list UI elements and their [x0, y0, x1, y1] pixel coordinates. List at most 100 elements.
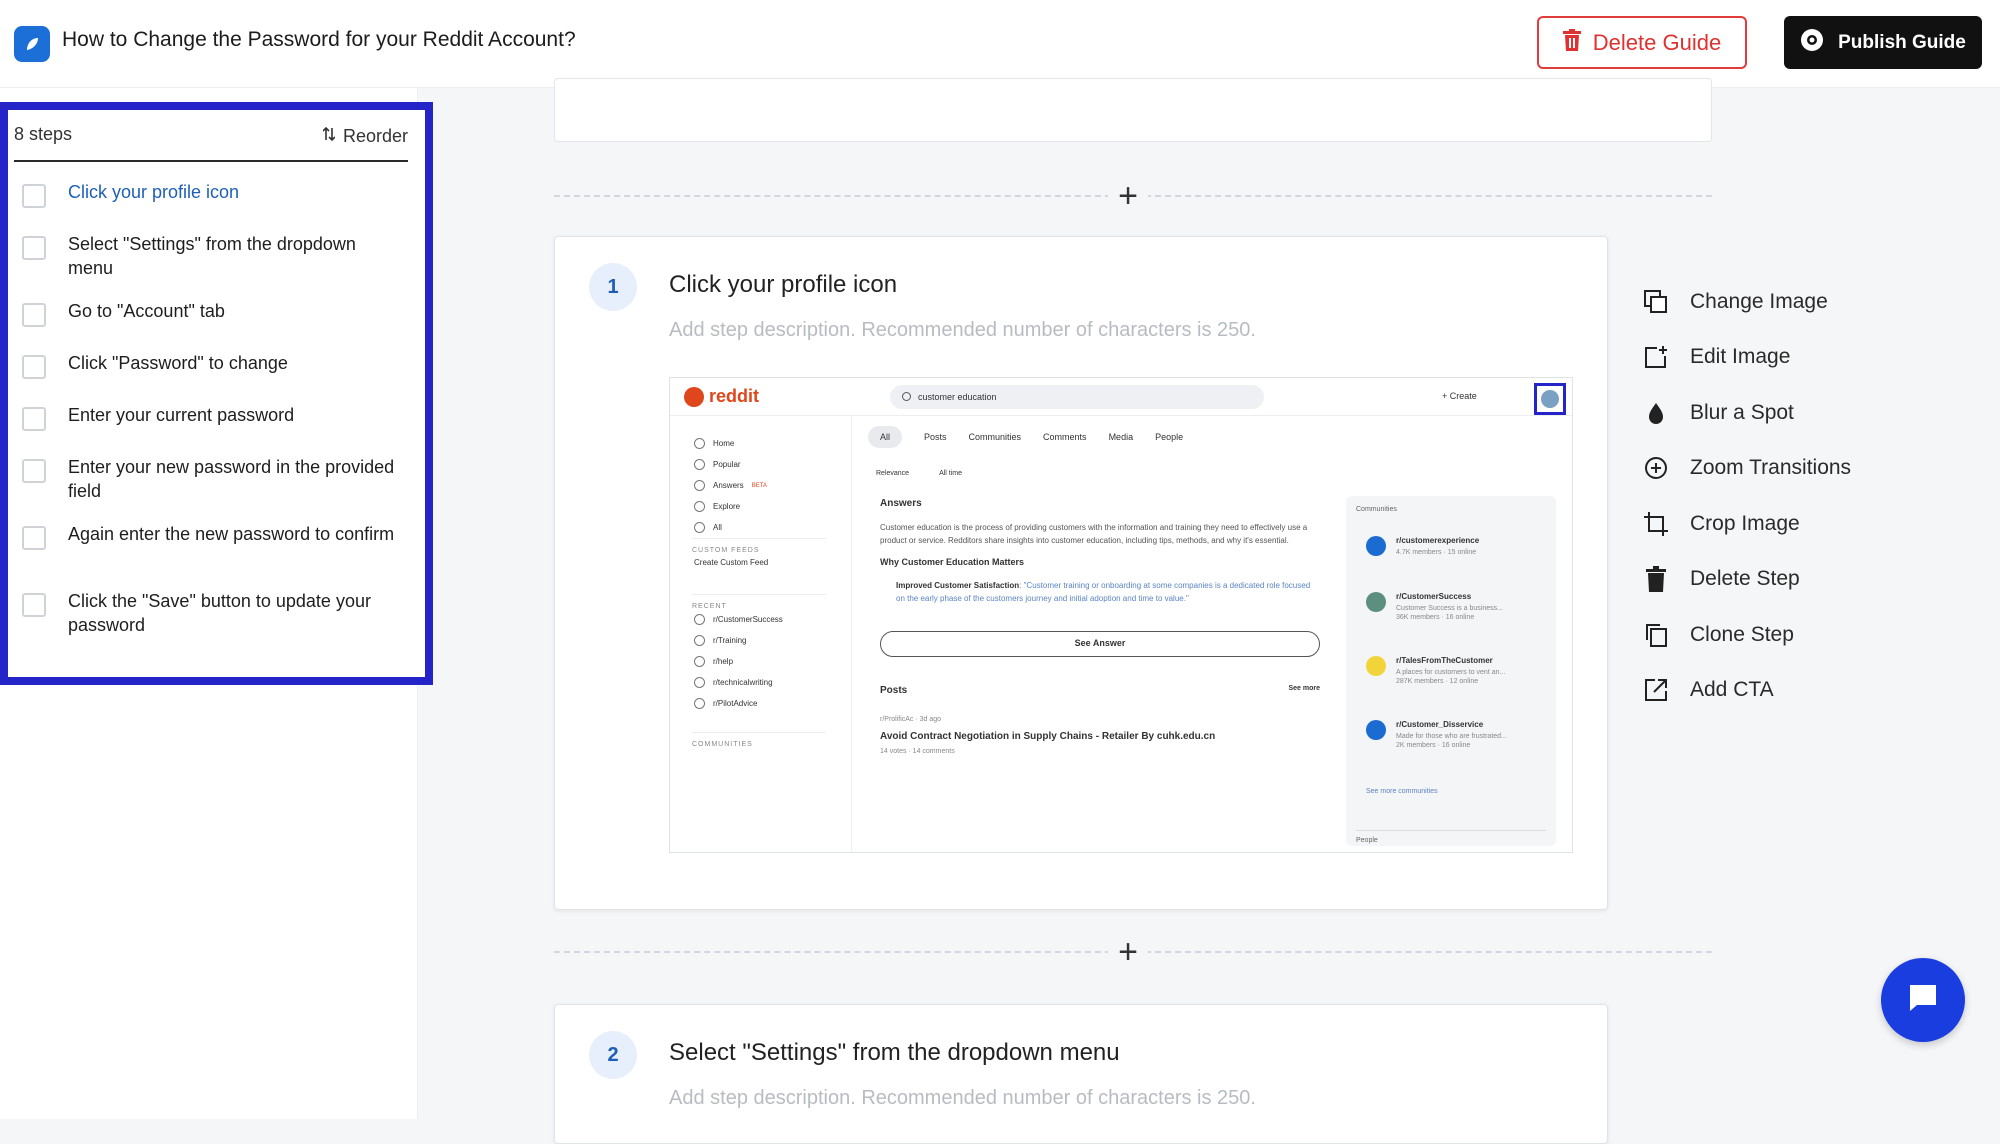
- reddit-nav-label: r/technicalwriting: [713, 678, 773, 687]
- community-meta: 36K members · 16 online: [1396, 614, 1475, 621]
- avatar: [1541, 390, 1559, 408]
- trash-icon: [1642, 565, 1670, 593]
- reddit-search: customer education: [890, 385, 1264, 409]
- reddit-community: r/Customer_Disservice Made for those who …: [1366, 720, 1507, 749]
- reddit-nav-label: Popular: [713, 460, 741, 469]
- community-desc: Made for those who are frustrated...: [1396, 733, 1507, 740]
- all-icon: [694, 522, 705, 533]
- reddit-answers-sub: Why Customer Education Matters: [880, 557, 1025, 567]
- change-image-button[interactable]: Change Image: [1642, 274, 1851, 330]
- community-meta: 287K members · 12 online: [1396, 678, 1479, 685]
- delete-guide-button[interactable]: Delete Guide: [1537, 16, 1747, 69]
- step-number-badge: 1: [589, 263, 637, 311]
- step-list-item[interactable]: Click "Password" to change: [22, 351, 412, 403]
- reddit-section-label: COMMUNITIES: [692, 732, 826, 748]
- step-checkbox[interactable]: [22, 184, 46, 208]
- reddit-answers-text: Customer education is the process of pro…: [880, 523, 1308, 545]
- step-list-item[interactable]: Select "Settings" from the dropdown menu: [22, 232, 412, 299]
- step-checkbox[interactable]: [22, 236, 46, 260]
- chat-button[interactable]: [1881, 958, 1965, 1042]
- crop-image-button[interactable]: Crop Image: [1642, 496, 1851, 552]
- add-step-button[interactable]: +: [1108, 932, 1148, 972]
- reddit-tab: All: [868, 426, 903, 448]
- delete-step-button[interactable]: Delete Step: [1642, 552, 1851, 608]
- reddit-see-more: See more: [1288, 685, 1320, 692]
- step-checkbox[interactable]: [22, 303, 46, 327]
- add-cta-button[interactable]: Add CTA: [1642, 663, 1851, 719]
- step-list-item[interactable]: Enter your current password: [22, 403, 412, 455]
- home-icon: [694, 438, 705, 449]
- crop-image-label: Crop Image: [1690, 511, 1800, 535]
- reddit-section-label: RECENT: [692, 594, 826, 610]
- step-screenshot[interactable]: reddit customer education + Create Home …: [669, 377, 1573, 853]
- reddit-community: r/TalesFromTheCustomer A places for custo…: [1366, 656, 1505, 685]
- guide-editor: + 1 Click your profile icon Add step des…: [418, 78, 2000, 1144]
- eye-icon: [1800, 28, 1824, 58]
- reddit-posts-head: Posts See more: [880, 685, 1320, 696]
- step-checkbox[interactable]: [22, 593, 46, 617]
- publish-guide-label: Publish Guide: [1838, 31, 1966, 53]
- reddit-recent-item: r/technicalwriting: [694, 677, 773, 688]
- step-list-item[interactable]: Again enter the new password to confirm: [22, 522, 412, 589]
- publish-guide-button[interactable]: Publish Guide: [1784, 16, 1982, 69]
- step-title[interactable]: Select "Settings" from the dropdown menu: [669, 1039, 1120, 1067]
- reddit-tabs: All Posts Communities Comments Media Peo…: [868, 426, 1183, 448]
- step-tools: Change Image Edit Image Blur a Spot Zoom…: [1642, 274, 1851, 718]
- reddit-community: r/CustomerSuccess Customer Success is a b…: [1366, 592, 1503, 621]
- step-checkbox[interactable]: [22, 459, 46, 483]
- clone-step-button[interactable]: Clone Step: [1642, 607, 1851, 663]
- reddit-nav-label: r/CustomerSuccess: [713, 615, 783, 624]
- community-meta: 2K members · 16 online: [1396, 742, 1471, 749]
- community-avatar: [1366, 592, 1386, 612]
- reddit-post-meta: 14 votes · 14 comments: [880, 748, 955, 755]
- step-checkbox[interactable]: [22, 407, 46, 431]
- community-name: r/customerexperience: [1396, 536, 1480, 545]
- step-description-input[interactable]: Add step description. Recommended number…: [669, 1087, 1256, 1110]
- steps-panel: 8 steps Reorder Click your profile icon …: [0, 102, 433, 685]
- edit-image-button[interactable]: Edit Image: [1642, 330, 1851, 386]
- reddit-people-label: People: [1356, 830, 1546, 844]
- step-list-label: Click "Password" to change: [68, 353, 288, 373]
- reddit-communities-title: Communities: [1356, 506, 1397, 513]
- step-title[interactable]: Click your profile icon: [669, 271, 897, 299]
- reddit-recent-item: r/CustomerSuccess: [694, 614, 783, 625]
- reddit-nav-item: Popular: [694, 459, 741, 470]
- zoom-transitions-button[interactable]: Zoom Transitions: [1642, 441, 1851, 497]
- step-list-item[interactable]: Enter your new password in the provided …: [22, 455, 412, 522]
- step-list-label: Go to "Account" tab: [68, 301, 225, 321]
- reddit-nav-label: r/Training: [713, 636, 747, 645]
- step-checkbox[interactable]: [22, 526, 46, 550]
- reddit-communities-panel: Communities r/customerexperience 4.7K mem…: [1346, 496, 1556, 846]
- reddit-nav-label: r/help: [713, 657, 734, 666]
- add-cta-label: Add CTA: [1690, 678, 1774, 702]
- community-desc: A places for customers to vent an...: [1396, 669, 1506, 676]
- reddit-tab: Communities: [968, 432, 1022, 442]
- reddit-tab: Media: [1108, 432, 1134, 442]
- reddit-create-label: Create: [1449, 391, 1477, 401]
- reddit-post-title: Avoid Contract Negotiation in Supply Cha…: [880, 731, 1216, 742]
- reddit-tab: Posts: [924, 432, 947, 442]
- step-list-item[interactable]: Go to "Account" tab: [22, 299, 412, 351]
- step-list-item[interactable]: Click the "Save" button to update your p…: [22, 589, 412, 649]
- blur-spot-button[interactable]: Blur a Spot: [1642, 385, 1851, 441]
- step-checkbox[interactable]: [22, 355, 46, 379]
- steps-header: 8 steps Reorder: [14, 124, 408, 162]
- top-bar: How to Change the Password for your Redd…: [0, 0, 2000, 88]
- clone-icon: [1642, 621, 1670, 649]
- reorder-button[interactable]: Reorder: [322, 126, 408, 147]
- step-list-item[interactable]: Click your profile icon: [22, 180, 412, 232]
- add-step-button[interactable]: +: [1108, 176, 1148, 216]
- reddit-answers-bullet: Improved Customer Satisfaction: "Custome…: [896, 581, 1311, 603]
- reddit-nav-item: All: [694, 522, 722, 533]
- reddit-nav-label: r/PilotAdvice: [713, 699, 758, 708]
- reddit-recent-item: r/Training: [694, 635, 747, 646]
- community-desc: Customer Success is a business...: [1396, 605, 1503, 612]
- step-card-1: 1 Click your profile icon Add step descr…: [554, 236, 1608, 910]
- guide-title[interactable]: How to Change the Password for your Redd…: [62, 28, 576, 52]
- blur-spot-label: Blur a Spot: [1690, 400, 1794, 424]
- app-logo-icon[interactable]: [14, 26, 50, 62]
- step-description-input[interactable]: Add step description. Recommended number…: [669, 319, 1256, 342]
- step-card-2: 2 Select "Settings" from the dropdown me…: [554, 1004, 1608, 1144]
- community-icon: [694, 698, 705, 709]
- community-name: r/Customer_Disservice: [1396, 720, 1484, 729]
